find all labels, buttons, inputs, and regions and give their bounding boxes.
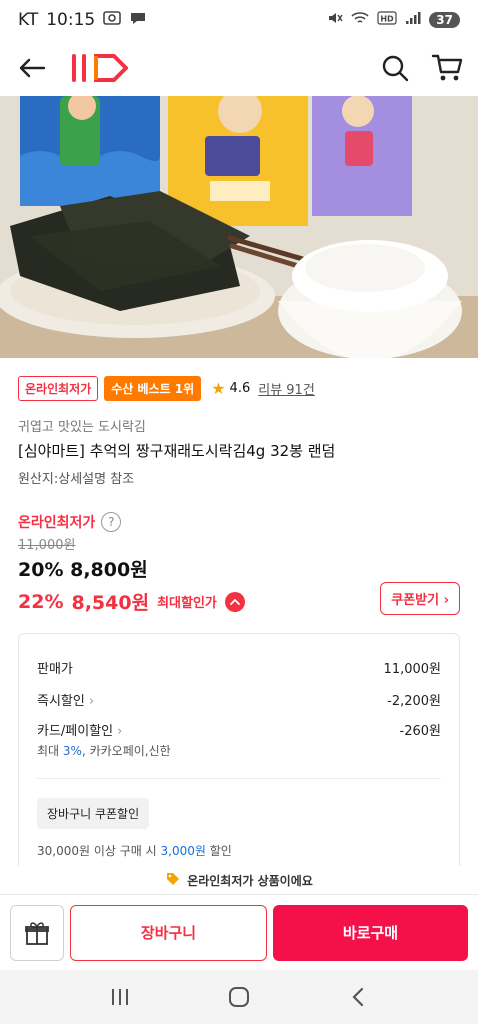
lowest-price-banner-text: 온라인최저가 상품이에요 xyxy=(187,873,313,888)
search-button[interactable] xyxy=(378,51,412,85)
card-discount-note: 최대 3%, 카카오페이,신한 xyxy=(37,742,171,759)
lowest-price-banner: 온라인최저가 상품이에요 xyxy=(0,866,478,894)
product-origin: 원산지:상세설명 참조 xyxy=(18,472,135,487)
cart-coupon-suffix: 할인 xyxy=(205,844,232,858)
signal-icon xyxy=(405,11,421,29)
lowest-price-label: 온라인최저가 ? xyxy=(18,512,122,532)
product-badges: 온라인최저가 수산 베스트 1위 ★ 4.6 리뷰 91건 xyxy=(18,376,315,401)
cart-coupon-note: 30,000원 이상 구매 시 3,000원 할인 xyxy=(37,842,232,859)
brand-logo[interactable] xyxy=(68,52,134,84)
sale-price-row: 판매가 11,000원 xyxy=(37,658,441,677)
help-icon[interactable]: ? xyxy=(101,512,122,532)
discount-percent: 20% xyxy=(18,559,64,581)
battery-indicator: 37 xyxy=(429,12,460,28)
product-title: [심야마트] 추억의 짱구재래도시락김4g 32봉 랜덤 xyxy=(18,442,336,460)
app-header xyxy=(0,40,478,96)
status-left: KT 10:15 xyxy=(18,10,147,30)
screenshot-icon xyxy=(103,10,122,30)
card-note-suffix: , 카카오페이,신한 xyxy=(81,744,171,758)
best-seller-badge: 수산 베스트 1위 xyxy=(104,376,202,401)
recent-apps-button[interactable] xyxy=(100,977,140,1017)
search-icon xyxy=(382,55,409,82)
sale-price-value: 11,000원 xyxy=(383,662,441,677)
get-coupon-button[interactable]: 쿠폰받기 › xyxy=(380,582,460,615)
instant-discount-value: -2,200원 xyxy=(387,694,441,709)
review-link[interactable]: 리뷰 91건 xyxy=(258,379,315,398)
back-chevron-icon xyxy=(352,987,364,1007)
clock: 10:15 xyxy=(46,10,96,30)
lowest-price-badge: 온라인최저가 xyxy=(18,376,99,401)
rating-value: 4.6 xyxy=(229,381,251,396)
mute-icon xyxy=(327,10,343,30)
tag-icon xyxy=(165,871,181,890)
rating: ★ 4.6 리뷰 91건 xyxy=(211,379,315,398)
gift-icon xyxy=(25,921,49,945)
carrier: KT xyxy=(18,10,39,30)
chevron-up-icon[interactable] xyxy=(224,591,245,612)
price-breakdown: 판매가 11,000원 즉시할인 › -2,200원 카드/페이할인 › -260원… xyxy=(18,633,460,893)
buy-now-button[interactable]: 바로구매 xyxy=(273,904,468,961)
card-discount-row[interactable]: 카드/페이할인 › -260원 xyxy=(37,720,441,739)
hd-icon: HD xyxy=(377,11,397,29)
chat-icon xyxy=(129,10,147,30)
back-arrow-icon xyxy=(19,58,46,78)
star-icon: ★ xyxy=(211,379,226,398)
chevron-right-icon: › xyxy=(88,694,95,709)
card-discount-label: 카드/페이할인 xyxy=(37,724,114,739)
header-actions xyxy=(378,51,464,85)
lowest-price-text: 온라인최저가 xyxy=(18,515,96,531)
wifi-icon xyxy=(351,10,369,30)
svg-text:HD: HD xyxy=(381,15,395,24)
back-button[interactable] xyxy=(14,50,50,86)
discount-price: 8,800원 xyxy=(70,559,148,581)
chevron-right-icon: › xyxy=(443,593,449,608)
status-right: HD 37 xyxy=(327,10,460,30)
product-subtitle: 귀엽고 맛있는 도시락김 xyxy=(18,420,146,435)
action-bar: 장바구니 바로구매 xyxy=(0,894,478,970)
sale-price-label: 판매가 xyxy=(37,662,73,677)
card-note-prefix: 최대 xyxy=(37,744,63,758)
cart-coupon-tag: 장바구니 쿠폰할인 xyxy=(37,798,150,829)
discount-price-row: 20% 8,800원 xyxy=(18,555,148,582)
recent-apps-icon xyxy=(111,989,128,1005)
status-bar: KT 10:15 HD 37 xyxy=(0,0,478,40)
divider xyxy=(37,778,441,779)
original-price: 11,000원 xyxy=(18,538,76,553)
add-to-cart-button[interactable]: 장바구니 xyxy=(70,904,267,961)
card-note-percent: 3% xyxy=(62,744,82,758)
max-discount-row[interactable]: 22% 8,540원 최대할인가 xyxy=(18,588,245,615)
product-photo-illustration xyxy=(0,96,478,358)
chevron-right-icon: › xyxy=(117,724,123,739)
cart-coupon-amount: 3,000원 xyxy=(160,844,206,858)
max-discount-percent: 22% xyxy=(18,590,64,613)
product-image[interactable] xyxy=(0,96,478,358)
max-discount-label: 최대할인가 xyxy=(157,596,217,611)
cart-button[interactable] xyxy=(430,51,464,85)
logo-11st-icon xyxy=(72,54,128,82)
instant-discount-row[interactable]: 즉시할인 › -2,200원 xyxy=(37,690,441,709)
home-button[interactable] xyxy=(219,977,259,1017)
max-discount-price: 8,540원 xyxy=(71,592,150,614)
card-discount-value: -260원 xyxy=(399,724,441,739)
cart-icon xyxy=(431,54,463,81)
gift-button[interactable] xyxy=(10,904,64,961)
system-back-button[interactable] xyxy=(338,977,378,1017)
system-nav-bar xyxy=(0,970,478,1024)
instant-discount-label: 즉시할인 xyxy=(37,694,85,709)
coupon-button-label: 쿠폰받기 xyxy=(391,593,440,608)
cart-coupon-prefix: 30,000원 이상 구매 시 xyxy=(37,844,161,858)
home-icon xyxy=(228,987,249,1007)
